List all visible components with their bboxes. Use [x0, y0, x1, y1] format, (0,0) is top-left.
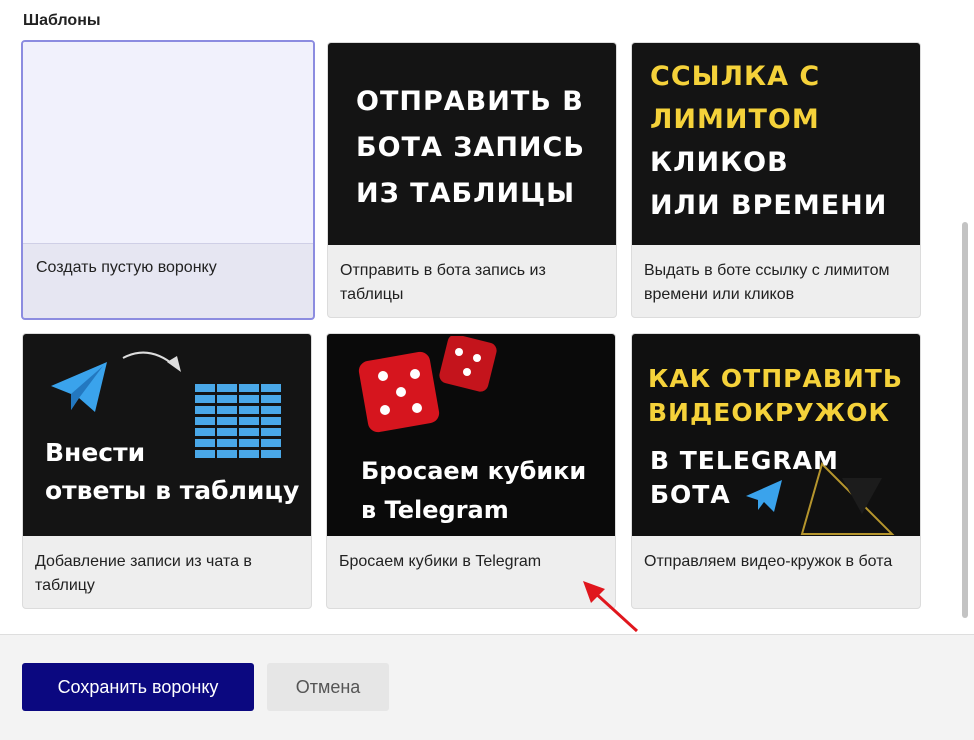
- template-card-video-note[interactable]: Как отправить видеокружок в Telegram бот…: [631, 333, 921, 609]
- template-caption: Добавление записи из чата в таблицу: [35, 553, 252, 594]
- template-card-dice[interactable]: Бросаем кубики в Telegram Бросаем кубики…: [326, 333, 616, 609]
- telegram-icon: [746, 480, 782, 512]
- scrollbar-thumb[interactable]: [962, 222, 968, 618]
- template-card-add-record[interactable]: Внести ответы в таблицу Добавление запис…: [22, 333, 312, 609]
- template-card-blank[interactable]: Создать пустую воронку: [21, 40, 315, 320]
- template-thumbnail: Внести ответы в таблицу: [23, 334, 311, 536]
- template-caption: Бросаем кубики в Telegram: [339, 553, 542, 570]
- template-caption: Отправляем видео-кружок в бота: [644, 553, 893, 570]
- thumbnail-title: Ссылка с лимитом кликов или времени: [650, 61, 888, 221]
- dice-icon: [358, 336, 497, 433]
- telegram-icon: [51, 362, 107, 412]
- template-caption: Выдать в боте ссылку с лимитом времени и…: [644, 262, 890, 303]
- section-title: Шаблоны: [23, 12, 101, 29]
- template-caption: Создать пустую воронку: [36, 259, 217, 276]
- save-funnel-button[interactable]: Сохранить воронку: [22, 663, 254, 711]
- thumbnail-title: Внести ответы в таблицу: [45, 438, 300, 505]
- thumbnail-title-top: Как отправить видеокружок: [648, 364, 903, 427]
- template-thumbnail: Как отправить видеокружок в Telegram бот…: [632, 334, 920, 536]
- template-caption: Отправить в бота запись из таблицы: [340, 262, 546, 303]
- thumbnail-title: Отправить в бота запись из таблицы: [356, 86, 585, 209]
- template-thumbnail-blank: [23, 42, 313, 244]
- thumbnail-title: Бросаем кубики в Telegram: [361, 457, 587, 524]
- cancel-button[interactable]: Отмена: [267, 663, 389, 711]
- template-thumbnail: Бросаем кубики в Telegram: [327, 334, 615, 536]
- dialog-footer: Сохранить воронку Отмена: [0, 634, 974, 740]
- curved-arrow-icon: [122, 351, 181, 372]
- template-thumbnail: Отправить в бота запись из таблицы: [328, 43, 616, 245]
- template-card-send-record[interactable]: Отправить в бота запись из таблицы Отпра…: [327, 42, 617, 318]
- template-card-link-limit[interactable]: Ссылка с лимитом кликов или времени Выда…: [631, 42, 921, 318]
- template-thumbnail: Ссылка с лимитом кликов или времени: [632, 43, 920, 245]
